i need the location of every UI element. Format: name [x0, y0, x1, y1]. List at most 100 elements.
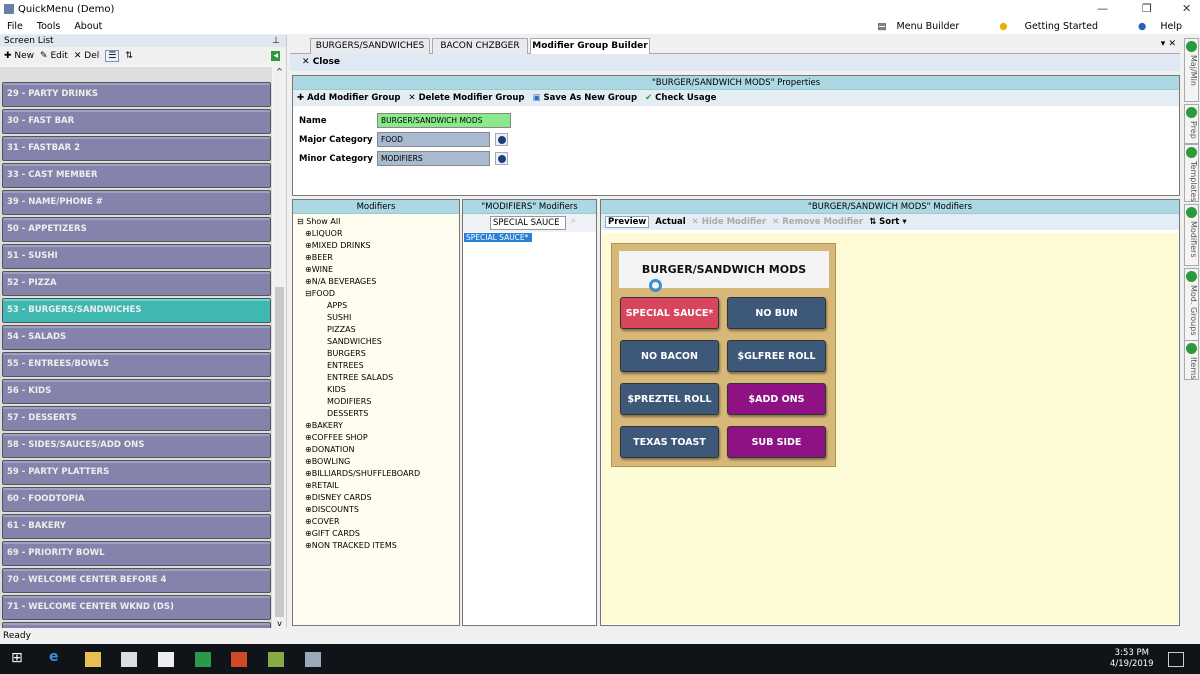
modifier-button[interactable]: TEXAS TOAST: [620, 426, 719, 458]
tab-bacon-chzbger[interactable]: BACON CHZBGER: [432, 38, 528, 54]
expand-icon[interactable]: ⊕: [305, 265, 312, 274]
modifier-button[interactable]: $PREZTEL ROLL: [620, 383, 719, 415]
tree-node[interactable]: ⊕DONATION: [297, 444, 459, 456]
check-usage-button[interactable]: ✔ Check Usage: [645, 93, 716, 103]
tree-node[interactable]: ⊟FOOD: [297, 288, 459, 300]
screen-list-item[interactable]: 33 - CAST MEMBER: [2, 163, 271, 188]
delete-button[interactable]: ✕ Del: [74, 51, 99, 61]
screen-list-item[interactable]: 51 - SUSHI: [2, 244, 271, 269]
screen-list-scrollbar[interactable]: ^ v: [273, 67, 286, 628]
screen-list-item[interactable]: 29 - PARTY DRINKS: [2, 82, 271, 107]
screen-list-item[interactable]: 58 - SIDES/SAUCES/ADD ONS: [2, 433, 271, 458]
modifier-button[interactable]: $GLFREE ROLL: [727, 340, 826, 372]
screen-list-item[interactable]: 50 - APPETIZERS: [2, 217, 271, 242]
side-tab[interactable]: Prep: [1184, 104, 1199, 144]
tree-node[interactable]: ENTREE SALADS: [297, 372, 459, 384]
tree-node[interactable]: ⊕COVER: [297, 516, 459, 528]
tree-node[interactable]: MODIFIERS: [297, 396, 459, 408]
screen-list-item[interactable]: 56 - KIDS: [2, 379, 271, 404]
menu-builder-link[interactable]: ▤ Menu Builder: [871, 21, 974, 32]
tree-node[interactable]: ⊕LIQUOR: [297, 228, 459, 240]
screen-list-item[interactable]: 39 - NAME/PHONE #: [2, 190, 271, 215]
tree-node[interactable]: KIDS: [297, 384, 459, 396]
minor-category-field[interactable]: MODIFIERS: [377, 151, 490, 166]
expand-icon[interactable]: ⊕: [305, 517, 312, 526]
tab-modifier-group-builder[interactable]: Modifier Group Builder: [530, 38, 650, 54]
tree-node[interactable]: ⊕DISNEY CARDS: [297, 492, 459, 504]
side-tab[interactable]: Mod. Groups: [1184, 268, 1199, 342]
collapse-icon[interactable]: ⊟: [305, 289, 312, 298]
delete-modifier-group-button[interactable]: ✕ Delete Modifier Group: [408, 93, 524, 103]
screen-list-item[interactable]: 57 - DESSERTS: [2, 406, 271, 431]
screen-list-item[interactable]: 55 - ENTREES/BOWLS: [2, 352, 271, 377]
modifier-button[interactable]: SPECIAL SAUCE*: [620, 297, 719, 329]
notifications-icon[interactable]: [1168, 652, 1184, 667]
close-button[interactable]: ✕ Close: [302, 57, 340, 67]
tree-node[interactable]: ENTREES: [297, 360, 459, 372]
modifier-button[interactable]: $ADD ONS: [727, 383, 826, 415]
screen-list-item[interactable]: 53 - BURGERS/SANDWICHES: [2, 298, 271, 323]
side-tab[interactable]: Items: [1184, 340, 1199, 380]
tree-node[interactable]: ⊕COFFEE SHOP: [297, 432, 459, 444]
collapse-panel-icon[interactable]: ◂: [271, 51, 280, 61]
list-view-icon[interactable]: ☰: [105, 50, 120, 62]
tree-node[interactable]: ⊕GIFT CARDS: [297, 528, 459, 540]
expand-icon[interactable]: ⊕: [305, 229, 312, 238]
modifier-button[interactable]: NO BACON: [620, 340, 719, 372]
tree-node[interactable]: ⊕BEER: [297, 252, 459, 264]
expand-icon[interactable]: ⊕: [305, 541, 312, 550]
tree-node[interactable]: ⊕MIXED DRINKS: [297, 240, 459, 252]
modifier-search-input[interactable]: [490, 216, 566, 230]
tree-node[interactable]: ⊕BILLIARDS/SHUFFLEBOARD: [297, 468, 459, 480]
side-tab[interactable]: Templates: [1184, 144, 1199, 202]
expand-icon[interactable]: ⊕: [305, 505, 312, 514]
clock[interactable]: 3:53 PM 4/19/2019: [1110, 648, 1154, 670]
help-link[interactable]: ● Help: [1124, 21, 1196, 32]
expand-icon[interactable]: ⊕: [305, 457, 312, 466]
tree-node[interactable]: DESSERTS: [297, 408, 459, 420]
expand-icon[interactable]: ⊕: [305, 481, 312, 490]
screen-list-item[interactable]: 71 - WELCOME CENTER WKND (DS): [2, 595, 271, 620]
side-tab[interactable]: Maj/Min: [1184, 38, 1199, 102]
expand-icon[interactable]: ⊕: [305, 529, 312, 538]
hide-modifier-button[interactable]: ✕ Hide Modifier: [692, 217, 766, 227]
menu-tools[interactable]: Tools: [30, 21, 67, 32]
major-category-field[interactable]: FOOD: [377, 132, 490, 147]
screen-list-item[interactable]: 54 - SALADS: [2, 325, 271, 350]
expand-icon[interactable]: ⊕: [305, 241, 312, 250]
edge-icon[interactable]: e: [49, 649, 65, 665]
new-button[interactable]: ✚ New: [4, 51, 34, 61]
minor-category-picker-button[interactable]: [495, 152, 508, 165]
add-modifier-group-button[interactable]: ✚ Add Modifier Group: [297, 93, 400, 103]
mail-icon[interactable]: [158, 652, 174, 667]
tree-node[interactable]: ⊕N/A BEVERAGES: [297, 276, 459, 288]
modifier-button[interactable]: NO BUN: [727, 297, 826, 329]
tree-node[interactable]: SANDWICHES: [297, 336, 459, 348]
tree-node[interactable]: ⊕BOWLING: [297, 456, 459, 468]
search-icon[interactable]: ⌕: [571, 216, 576, 226]
screen-list-item[interactable]: 70 - WELCOME CENTER BEFORE 4: [2, 568, 271, 593]
tree-node[interactable]: APPS: [297, 300, 459, 312]
modifier-result-item[interactable]: SPECIAL SAUCE*: [464, 233, 532, 242]
expand-icon[interactable]: ⊕: [305, 253, 312, 262]
name-input[interactable]: BURGER/SANDWICH MODS: [377, 113, 511, 128]
major-category-picker-button[interactable]: [495, 133, 508, 146]
close-window-button[interactable]: ✕: [1182, 2, 1191, 15]
screen-list-item[interactable]: 60 - FOODTOPIA: [2, 487, 271, 512]
getting-started-link[interactable]: ● Getting Started: [985, 21, 1112, 32]
save-as-new-group-button[interactable]: ▣ Save As New Group: [533, 93, 638, 103]
powerpoint-icon[interactable]: [231, 652, 247, 667]
tree-node[interactable]: ⊕RETAIL: [297, 480, 459, 492]
screen-list-item[interactable]: 52 - PIZZA: [2, 271, 271, 296]
expand-icon[interactable]: ⊕: [305, 445, 312, 454]
expand-icon[interactable]: ⊕: [305, 493, 312, 502]
tree-node[interactable]: BURGERS: [297, 348, 459, 360]
sort-dropdown[interactable]: ⇅ Sort ▾: [869, 217, 907, 227]
minimize-button[interactable]: —: [1097, 2, 1108, 15]
tree-node[interactable]: ⊕WINE: [297, 264, 459, 276]
start-icon[interactable]: ⊞: [11, 650, 27, 666]
menu-file[interactable]: File: [0, 21, 30, 32]
expand-icon[interactable]: ⊕: [305, 277, 312, 286]
paint-icon[interactable]: [268, 652, 284, 667]
modifier-button[interactable]: SUB SIDE: [727, 426, 826, 458]
